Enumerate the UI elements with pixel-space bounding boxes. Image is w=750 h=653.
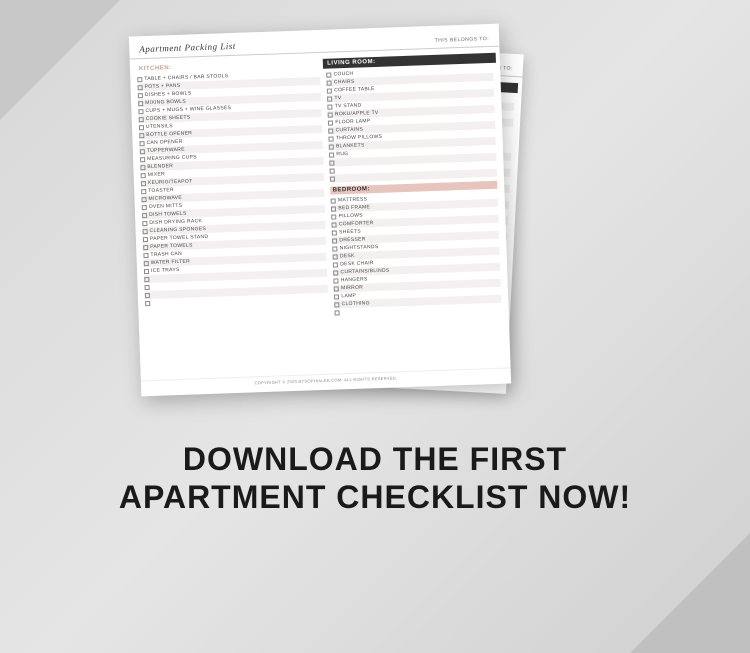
documents-wrapper: Apartment Packing List THIS BELONGS TO: … <box>0 20 750 420</box>
doc-front-content: KITCHEN: TABLE + CHAIRS / BAR STOOLS POT… <box>130 50 509 324</box>
doc-front-belongs: THIS BELONGS TO: <box>435 36 490 44</box>
document-front: Apartment Packing List THIS BELONGS TO: … <box>129 24 511 397</box>
cta-line2: APARTMENT CHECKLIST NOW! <box>119 478 631 516</box>
living-bedroom-column: LIVING ROOM: COUCH CHAIRS COFFEE TABLE T… <box>323 50 505 317</box>
documents-container: Apartment Packing List THIS BELONGS TO: … <box>135 30 615 420</box>
page-container: Apartment Packing List THIS BELONGS TO: … <box>0 0 750 653</box>
doc-front-title: Apartment Packing List <box>139 41 236 54</box>
bottom-cta: DOWNLOAD THE FIRST APARTMENT CHECKLIST N… <box>119 440 631 517</box>
corner-decoration-br <box>630 533 750 653</box>
checkbox <box>137 77 142 82</box>
cta-line1: DOWNLOAD THE FIRST <box>119 440 631 478</box>
kitchen-column: KITCHEN: TABLE + CHAIRS / BAR STOOLS POT… <box>134 56 332 323</box>
